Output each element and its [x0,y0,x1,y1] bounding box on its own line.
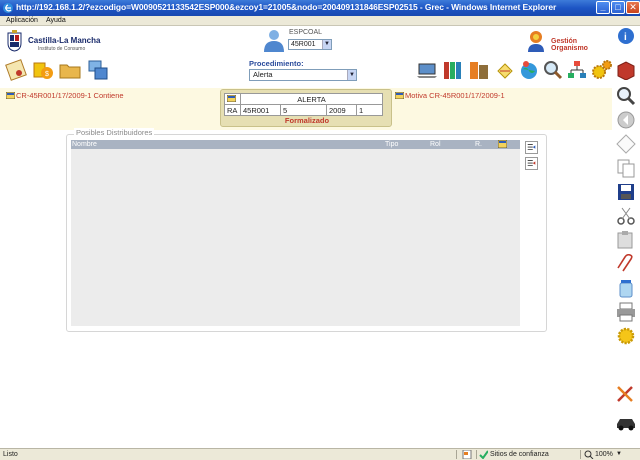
office-select-value: 45R001 [291,41,316,48]
cut-icon[interactable] [615,206,637,226]
right-sidebar: i [612,28,640,448]
copy-icon[interactable] [615,158,637,178]
archive-icon[interactable] [468,59,490,81]
status-text: Listo [3,451,18,458]
procedure-select[interactable]: Alerta ▼ [249,69,357,81]
globe-icon[interactable] [518,59,540,81]
security-zone: Sitios de confianza [490,451,549,458]
record-summary: ALERTA RA 45R001 5 2009 1 Formalizado [220,89,392,127]
app-header: Castilla-La Mancha Instituto de Consumo … [0,26,612,88]
tools-icon[interactable] [615,384,637,404]
zoom-icon[interactable] [584,450,594,459]
attach-icon[interactable] [615,254,637,274]
status-bar: Listo Sitios de confianza 100% ▼ [0,448,640,460]
status-separator [456,450,457,459]
minimize-button[interactable]: _ [596,1,610,14]
info-icon[interactable]: i [615,26,637,46]
record-title: ALERTA [240,93,383,105]
procedure-label: Procedimiento: [249,59,304,68]
menu-aplicacion[interactable]: Aplicación [6,17,38,24]
folder-icon[interactable] [498,140,507,148]
maximize-button[interactable]: □ [611,1,625,14]
column-rol[interactable]: Rol [430,140,441,149]
notes-icon[interactable] [494,59,516,81]
print-icon[interactable] [615,302,637,322]
relation-motivates-text: Motiva CR-45R001/17/2009-1 [405,91,505,100]
record-table: ALERTA RA 45R001 5 2009 1 [224,93,383,116]
chevron-down-icon[interactable]: ▼ [616,451,622,457]
record-number: 5 [280,104,327,116]
blank-page-icon[interactable] [615,134,637,154]
laptop-icon[interactable] [416,59,438,81]
distributors-legend: Posibles Distribuidores [74,128,155,137]
books-icon[interactable] [442,59,464,81]
record-type: RA [224,104,241,116]
checkmark-icon [479,450,488,459]
org-subtitle: Instituto de Consumo [38,46,86,52]
internet-explorer-icon [3,3,13,13]
book-icon[interactable] [615,60,637,80]
remove-distributor-button[interactable] [525,157,538,170]
procedure-select-value: Alerta [253,70,273,79]
folder-icon [395,92,404,99]
column-nombre[interactable]: Nombre [72,140,97,149]
record-version: 1 [356,104,383,116]
magnifier-icon[interactable] [542,59,564,81]
column-r[interactable]: R. [475,140,482,149]
settings-icon[interactable] [615,326,637,346]
certificate-icon[interactable] [5,59,27,81]
gestion-organismo-icon[interactable] [526,30,546,52]
gestion-organismo-link[interactable]: Gestión Organismo [551,38,612,52]
distributors-table[interactable] [71,140,520,326]
money-bag-icon[interactable]: $ [32,59,54,81]
zoom-level[interactable]: 100% [595,451,613,458]
relation-contains-text: CR-45R001/17/2009-1 Contiene [16,91,124,100]
page-icon [462,450,472,459]
chevron-down-icon: ▼ [347,70,356,80]
computer-icon[interactable] [87,59,109,81]
user-code: ESPCOAL [289,29,323,36]
jar-icon[interactable] [615,278,637,298]
record-status: Formalizado [284,116,330,125]
coat-of-arms-logo [7,30,22,52]
record-folder-cell[interactable] [224,93,241,105]
menu-bar: Aplicación Ayuda [0,16,640,26]
hierarchy-icon[interactable] [566,59,588,81]
status-separator [580,450,581,459]
menu-ayuda[interactable]: Ayuda [46,17,66,24]
back-icon[interactable] [615,110,637,130]
close-button[interactable]: ✕ [626,1,640,14]
relation-motivates-link[interactable]: Motiva CR-45R001/17/2009-1 [395,91,505,100]
user-icon [264,30,284,52]
record-code: 45R001 [240,104,281,116]
column-tipo[interactable]: Tipo [385,140,398,149]
svg-text:$: $ [45,71,49,78]
gears-icon[interactable] [591,59,613,81]
org-name: Castilla-La Mancha [28,36,101,45]
status-separator [476,450,477,459]
search-icon[interactable] [615,86,637,106]
folder-icon[interactable] [59,59,81,81]
chevron-down-icon: ▼ [322,40,331,49]
folder-icon [226,94,237,102]
save-icon[interactable] [615,182,637,202]
window-title: http://192.168.1.2/?ezcodigo=W0090521133… [16,2,557,12]
distributors-table-header: Nombre Tipo Rol R. [71,140,520,149]
window-title-bar: http://192.168.1.2/?ezcodigo=W0090521133… [0,0,640,16]
svg-text:i: i [624,32,627,43]
add-distributor-button[interactable] [525,141,538,154]
record-year: 2009 [326,104,357,116]
relation-contains-link[interactable]: CR-45R001/17/2009-1 Contiene [6,91,124,100]
office-select[interactable]: 45R001 ▼ [288,39,332,50]
car-icon[interactable] [615,412,637,432]
paste-icon[interactable] [615,230,637,250]
folder-icon [6,92,15,99]
